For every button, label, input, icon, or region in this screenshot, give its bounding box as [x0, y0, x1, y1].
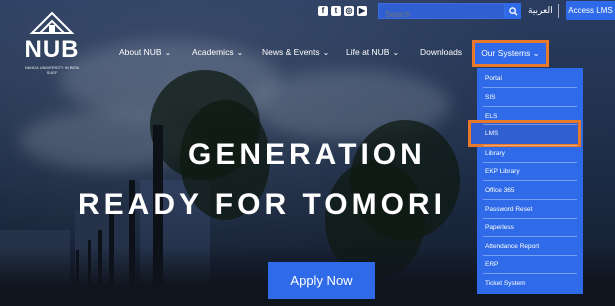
nav-label: About NUB [119, 47, 162, 57]
search-input[interactable] [379, 7, 495, 22]
divider [483, 106, 577, 107]
chevron-down-icon: ⌄ [530, 48, 540, 58]
dropdown-item-password-reset[interactable]: Password Reset [485, 206, 579, 213]
dropdown-item-lms[interactable]: LMS [485, 130, 579, 137]
language-switch-link[interactable]: العربية [528, 5, 553, 16]
divider [483, 145, 577, 146]
access-lms-button[interactable]: Access LMS [566, 1, 615, 20]
nav-item-life-at-nub[interactable]: Life at NUB ⌄ [346, 47, 399, 63]
dropdown-item-els[interactable]: ELS [485, 113, 579, 120]
nav-item-about-nub[interactable]: About NUB ⌄ [119, 47, 171, 63]
nav-item-downloads[interactable]: Downloads [420, 47, 462, 63]
divider [483, 180, 577, 181]
nav-label: Downloads [420, 47, 463, 57]
divider [483, 162, 577, 163]
logo-subtitle: NAHDA UNIVERSITY IN BENI SUEF [24, 65, 80, 75]
divider [483, 273, 577, 274]
search-icon [508, 6, 518, 16]
youtube-icon[interactable]: ▶ [357, 6, 367, 16]
chevron-down-icon: ⌄ [322, 48, 330, 57]
chevron-down-icon: ⌄ [164, 48, 172, 57]
divider [483, 124, 577, 125]
divider [483, 87, 577, 88]
divider [483, 218, 577, 219]
hero-headline-line-1: GENERATION [188, 138, 426, 171]
logo-text: NUB [24, 36, 80, 63]
dropdown-item-ekp-library[interactable]: EKP Library [485, 168, 579, 175]
hero-headline-line-2: READY FOR TOMORI [78, 188, 446, 221]
chevron-down-icon: ⌄ [236, 48, 244, 57]
divider [558, 4, 559, 18]
nub-logo[interactable]: NUB NAHDA UNIVERSITY IN BENI SUEF [22, 8, 82, 78]
instagram-icon[interactable]: ◎ [344, 6, 354, 16]
dropdown-item-attendance-report[interactable]: Attendance Report [485, 243, 579, 250]
search-button[interactable] [505, 3, 521, 19]
search-box [378, 3, 505, 22]
dropdown-item-erp[interactable]: ERP [485, 261, 579, 268]
nav-label: News & Events [262, 47, 320, 57]
divider [483, 255, 577, 256]
dropdown-item-office-365[interactable]: Office 365 [485, 187, 579, 194]
dropdown-item-portal[interactable]: Portal [485, 75, 579, 82]
divider [483, 236, 577, 237]
nav-label: Our Systems [481, 48, 531, 58]
dropdown-item-sis[interactable]: SIS [485, 94, 579, 101]
chevron-down-icon: ⌄ [392, 48, 400, 57]
nav-item-academics[interactable]: Academics ⌄ [192, 47, 243, 63]
nav-label: Academics [192, 47, 234, 57]
dropdown-item-paperless[interactable]: Paperless [485, 224, 579, 231]
top-bar: f t ◎ ▶ العربية Access LMS [0, 0, 615, 26]
divider [483, 199, 577, 200]
logo-emblem-icon [29, 11, 75, 34]
nav-label: Life at NUB [346, 47, 390, 57]
dropdown-item-library[interactable]: Library [485, 150, 579, 157]
nav-item-news-events[interactable]: News & Events ⌄ [262, 47, 329, 63]
dropdown-item-ticket-system[interactable]: Ticket System [485, 280, 579, 287]
facebook-icon[interactable]: f [318, 6, 328, 16]
nav-item-our-systems[interactable]: Our Systems ⌄ [472, 40, 549, 67]
apply-now-button[interactable]: Apply Now [268, 262, 375, 299]
twitter-icon[interactable]: t [331, 6, 341, 16]
